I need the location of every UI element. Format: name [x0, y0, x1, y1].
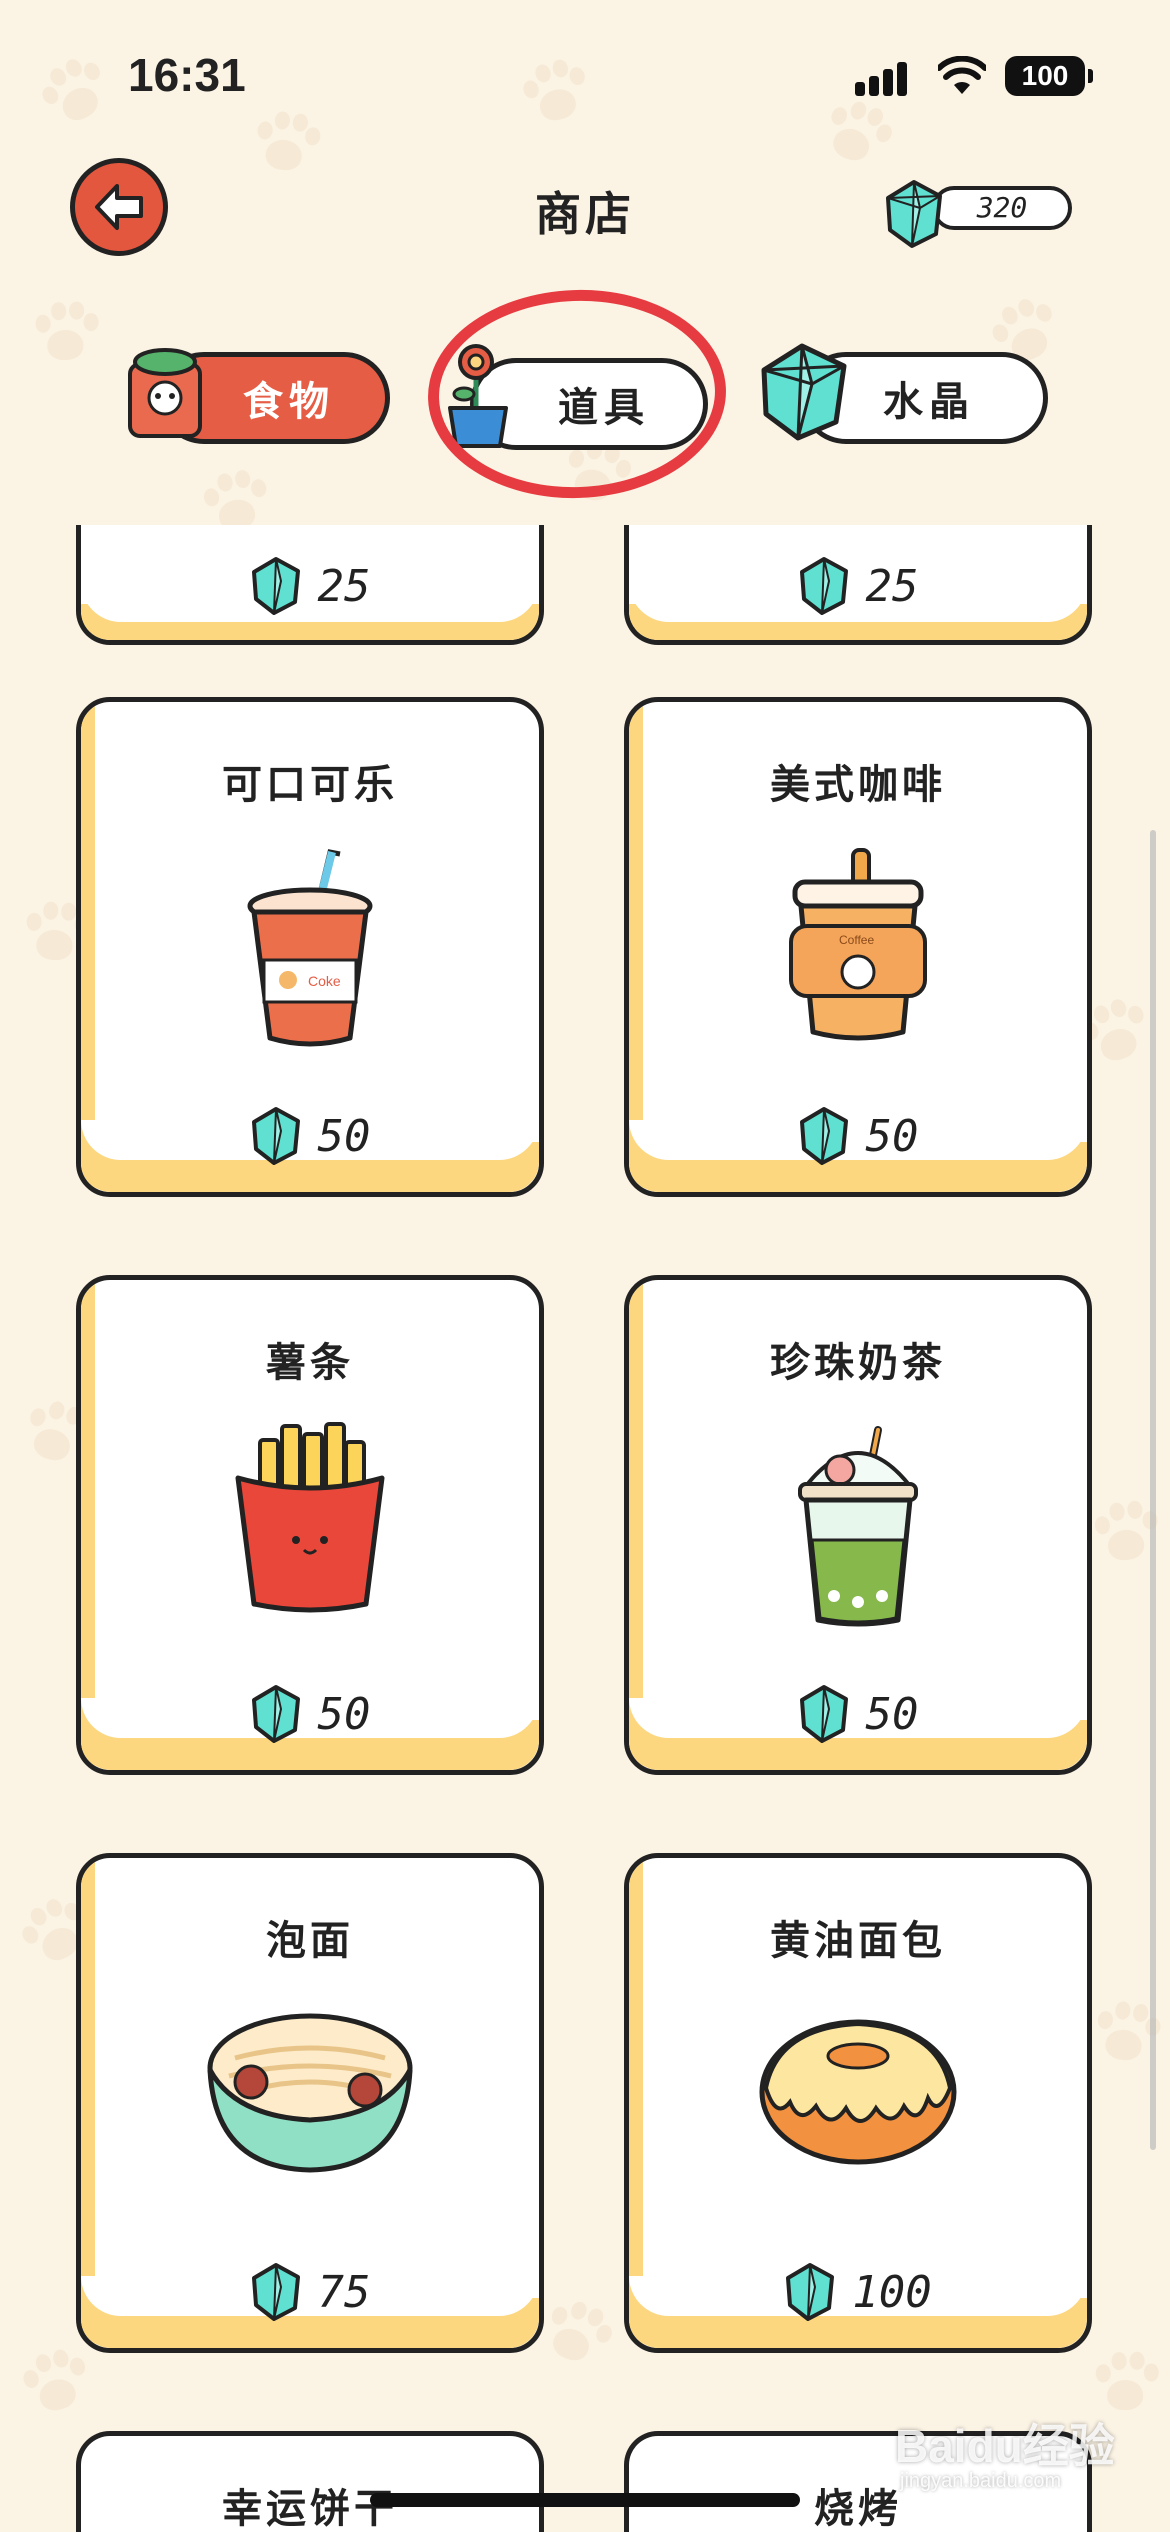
product-card-fortune-cookie[interactable]: 幸运饼干: [76, 2431, 544, 2532]
signal-icon: [855, 60, 915, 96]
crystal-icon: [251, 1685, 300, 1743]
product-name: 美式咖啡: [770, 762, 946, 808]
price-tag: 50: [629, 1106, 1087, 1166]
product-card-partial[interactable]: 25: [76, 525, 544, 645]
price-value: 25: [317, 560, 371, 612]
svg-text:Coffee: Coffee: [839, 933, 874, 947]
gem-count: 320: [932, 186, 1072, 230]
home-indicator[interactable]: [370, 2493, 800, 2507]
wifi-icon: [938, 56, 986, 94]
price-tag: 25: [629, 556, 1087, 616]
product-card-noodles[interactable]: 泡面 75: [76, 1853, 544, 2353]
price-value: 75: [317, 2266, 371, 2318]
crystal-icon: [251, 1107, 300, 1165]
price-value: 50: [865, 1110, 919, 1162]
product-card-bubble-tea[interactable]: 珍珠奶茶 50: [624, 1275, 1092, 1775]
product-card-butter-bread[interactable]: 黄油面包 100: [624, 1853, 1092, 2353]
status-bar: 16:31 100: [0, 0, 1170, 150]
watermark-logo: Baidu经验: [895, 2420, 1115, 2472]
crystal-icon: [251, 557, 300, 615]
product-card-cola[interactable]: 可口可乐 Coke 50: [76, 697, 544, 1197]
price-tag: 50: [81, 1684, 539, 1744]
crystal-icon: [786, 2263, 835, 2321]
tab-food-label: 食物: [243, 379, 335, 425]
crystal-tab-icon: [761, 343, 847, 441]
price-tag: 50: [81, 1106, 539, 1166]
bubble-tea-icon: [798, 1426, 918, 1627]
status-time: 16:31: [128, 49, 246, 101]
product-card-coffee[interactable]: 美式咖啡 Coffee 50: [624, 697, 1092, 1197]
price-value: 50: [865, 1688, 919, 1740]
flower-pot-icon: [448, 344, 508, 448]
paw-print: [29, 299, 101, 371]
coffee-cup-icon: Coffee: [789, 848, 927, 1041]
product-name: 薯条: [266, 1340, 354, 1386]
price-value: 50: [317, 1110, 371, 1162]
crystal-icon: [799, 1685, 848, 1743]
product-grid: 25 25 可口可乐 Coke 50 美式咖啡 Coffee 50 薯条 50 …: [0, 525, 1170, 2532]
price-value: 100: [852, 2266, 932, 2318]
price-tag: 25: [81, 556, 539, 616]
product-card-fries[interactable]: 薯条 50: [76, 1275, 544, 1775]
tab-crystals-label: 水晶: [883, 379, 975, 425]
price-value: 50: [317, 1688, 371, 1740]
product-name: 泡面: [266, 1918, 354, 1964]
product-card-partial[interactable]: 25: [624, 525, 1092, 645]
fries-icon: [235, 1422, 385, 1613]
crystal-icon: [251, 2263, 300, 2321]
crystal-icon: [799, 1107, 848, 1165]
price-tag: 100: [629, 2262, 1087, 2322]
product-name: 珍珠奶茶: [770, 1340, 946, 1386]
scrollbar[interactable]: [1150, 830, 1156, 2150]
gem-balance: 320: [882, 178, 1092, 248]
noodle-bowl-icon: [207, 2013, 413, 2173]
product-name: 可口可乐: [222, 762, 398, 808]
price-value: 25: [865, 560, 919, 612]
tab-items-label: 道具: [558, 385, 650, 431]
price-tag: 50: [629, 1684, 1087, 1744]
product-name: 黄油面包: [770, 1918, 946, 1964]
price-tag: 75: [81, 2262, 539, 2322]
battery-icon: 100: [1005, 56, 1093, 96]
food-bag-icon: [128, 348, 202, 438]
cola-cup-icon: Coke: [247, 849, 373, 1047]
crystal-icon: [799, 557, 848, 615]
watermark-url: jingyan.baidu.com: [900, 2470, 1062, 2492]
crystal-icon: [886, 180, 942, 248]
svg-text:Coke: Coke: [308, 973, 341, 989]
butter-bread-icon: [759, 2019, 957, 2165]
